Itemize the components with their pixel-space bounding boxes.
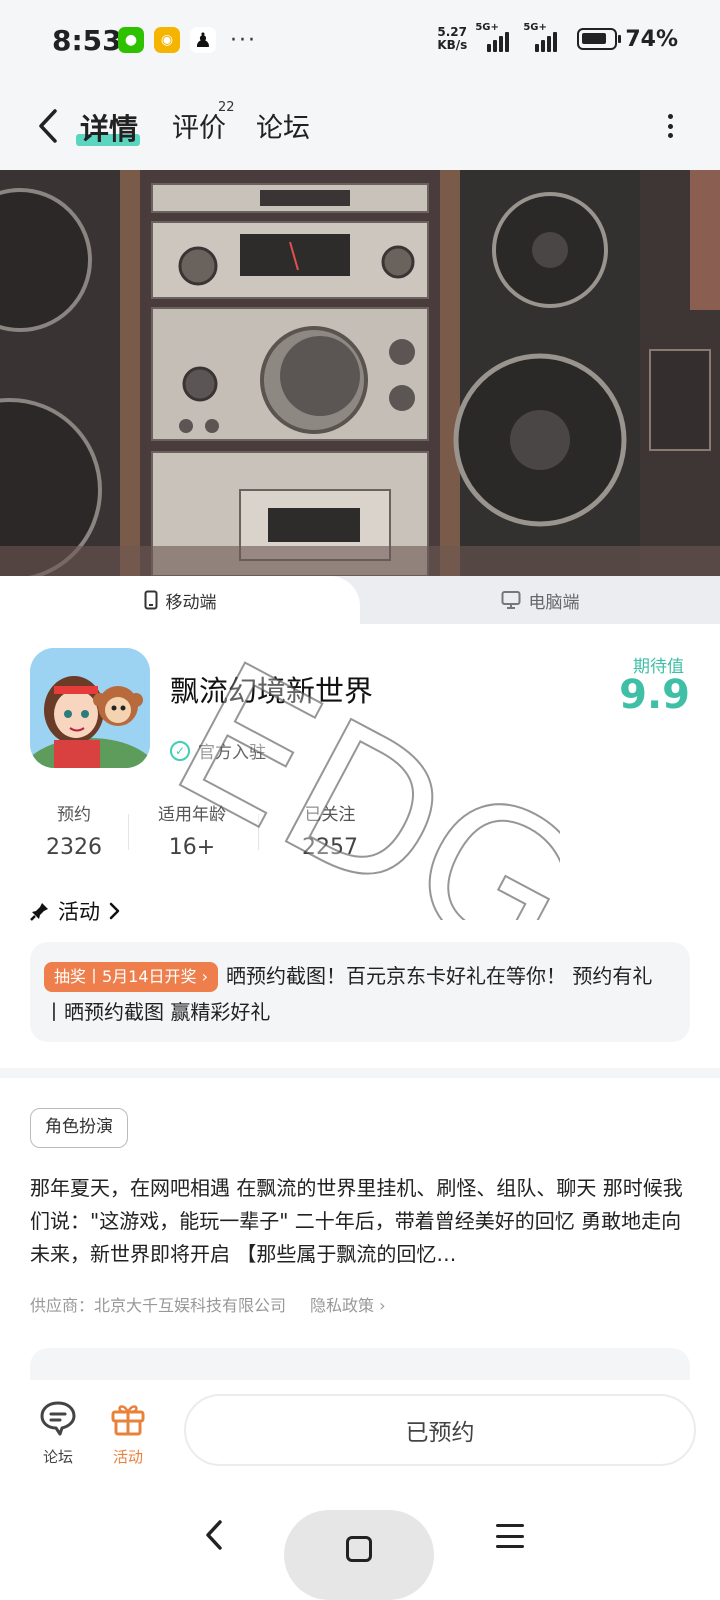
activity-content: 抽奖丨5月14日开奖 › 晒预约截图！百元京东卡好礼在等你！ 预约有礼丨晒预约截图… [44, 958, 672, 1030]
supplier-label: 供应商：北京大千互娱科技有限公司 [30, 1296, 287, 1315]
chevron-left-icon [206, 1520, 222, 1550]
chevron-right-icon: › [201, 967, 209, 986]
stat-age-rating: 适用年龄 16+ [148, 800, 236, 860]
status-app-icons: ● ◉ ♟ ··· [118, 27, 257, 53]
divider [258, 814, 259, 850]
banner-image [0, 170, 720, 576]
lottery-badge: 抽奖丨5月14日开奖 › [44, 962, 219, 992]
pin-icon [30, 903, 48, 921]
stat-followers[interactable]: 已关注 2257 [280, 800, 380, 860]
battery-icon [577, 28, 622, 50]
monitor-icon [501, 591, 520, 609]
system-home-button[interactable] [284, 1510, 434, 1600]
status-bar: 8:53 ● ◉ ♟ ··· 5.27 KB/s 5G+ 5G+ 74% [0, 0, 720, 84]
phone-icon [144, 590, 157, 610]
expectation-score: 9.9 [619, 672, 690, 718]
system-navigation-bar [0, 1490, 720, 1600]
official-badge: ✓ 官方入驻 [170, 738, 266, 763]
stats-row: 预约 2326 适用年龄 16+ 已关注 2257 [30, 800, 690, 866]
stat-value: 2257 [302, 835, 358, 860]
platform-switch: 移动端 电脑端 [0, 576, 720, 624]
chat-bubble-icon [40, 1401, 76, 1436]
back-button[interactable] [28, 104, 68, 148]
chevron-left-icon [39, 109, 57, 143]
stat-label: 已关注 [304, 805, 356, 825]
forum-button[interactable]: 论坛 [28, 1398, 88, 1467]
game-description[interactable]: 那年夏天，在网吧相遇 在飘流的世界里挂机、刷怪、组队、聊天 那时候我们说："这游… [30, 1172, 690, 1271]
activity-header[interactable]: 活动 [30, 896, 120, 926]
sim1-label: 5G+ [475, 22, 499, 33]
activity-button-label: 活动 [112, 1448, 143, 1466]
forum-button-label: 论坛 [42, 1448, 73, 1466]
stat-value: 2326 [46, 835, 102, 860]
genre-tag[interactable]: 角色扮演 [30, 1108, 128, 1148]
status-indicators: 5.27 KB/s 5G+ 5G+ 74% [437, 22, 678, 52]
lottery-badge-label: 抽奖丨5月14日开奖 [54, 967, 197, 986]
reserved-button[interactable]: 已预约 [184, 1394, 696, 1466]
chevron-right-icon [109, 902, 120, 920]
activity-title: 活动 [58, 900, 100, 924]
check-circle-icon: ✓ [170, 740, 190, 761]
tab-mobile-label: 移动端 [165, 592, 217, 613]
app-name: 飘流幻境新世界 [170, 674, 374, 708]
top-navigation: 详情 评价 22 论坛 [0, 84, 720, 170]
divider [128, 814, 129, 850]
status-time: 8:53 [52, 24, 122, 57]
tab-pc-label: 电脑端 [528, 592, 580, 613]
stereo-illustration [0, 170, 720, 576]
tab-pc[interactable]: 电脑端 [360, 576, 720, 624]
supplier-info: 供应商：北京大千互娱科技有限公司 隐私政策 › [30, 1292, 386, 1316]
qq-icon: ♟ [190, 27, 216, 53]
gift-icon [111, 1405, 145, 1436]
activity-card[interactable]: 抽奖丨5月14日开奖 › 晒预约截图！百元京东卡好礼在等你！ 预约有礼丨晒预约截图… [30, 942, 690, 1042]
tab-mobile[interactable]: 移动端 [0, 576, 360, 624]
network-speed-unit: KB/s [437, 38, 468, 52]
stat-label: 适用年龄 [158, 805, 226, 825]
system-menu-button[interactable] [496, 1524, 524, 1548]
sim2-label: 5G+ [523, 22, 547, 33]
activity-button[interactable]: 活动 [98, 1398, 158, 1467]
more-notifications-icon: ··· [230, 27, 257, 53]
battery-percent: 74% [625, 26, 678, 52]
app-icon [30, 648, 150, 768]
more-options-button[interactable] [660, 108, 680, 144]
wechat-icon: ● [118, 27, 144, 53]
tab-forum[interactable]: 论坛 [256, 106, 310, 145]
tab-detail[interactable]: 详情 [80, 106, 138, 148]
game-character-icon [30, 648, 150, 768]
stat-value: 16+ [168, 835, 216, 860]
section-divider [0, 1068, 720, 1078]
chevron-right-icon: › [379, 1296, 386, 1315]
signal-sim1-icon: 5G+ [475, 22, 515, 52]
review-count-badge: 22 [218, 100, 235, 115]
official-label: 官方入驻 [198, 743, 266, 763]
system-back-button[interactable] [194, 1510, 234, 1560]
privacy-policy-label: 隐私政策 [310, 1296, 375, 1315]
signal-sim2-icon: 5G+ [523, 22, 563, 52]
stat-reservations: 预约 2326 [30, 800, 118, 860]
square-icon [346, 1536, 372, 1562]
weibo-icon: ◉ [154, 27, 180, 53]
stat-label: 预约 [57, 805, 91, 825]
bottom-action-bar: 论坛 活动 已预约 [0, 1380, 720, 1490]
privacy-policy-link[interactable]: 隐私政策 › [310, 1292, 386, 1316]
network-speed: 5.27 KB/s [437, 26, 467, 52]
